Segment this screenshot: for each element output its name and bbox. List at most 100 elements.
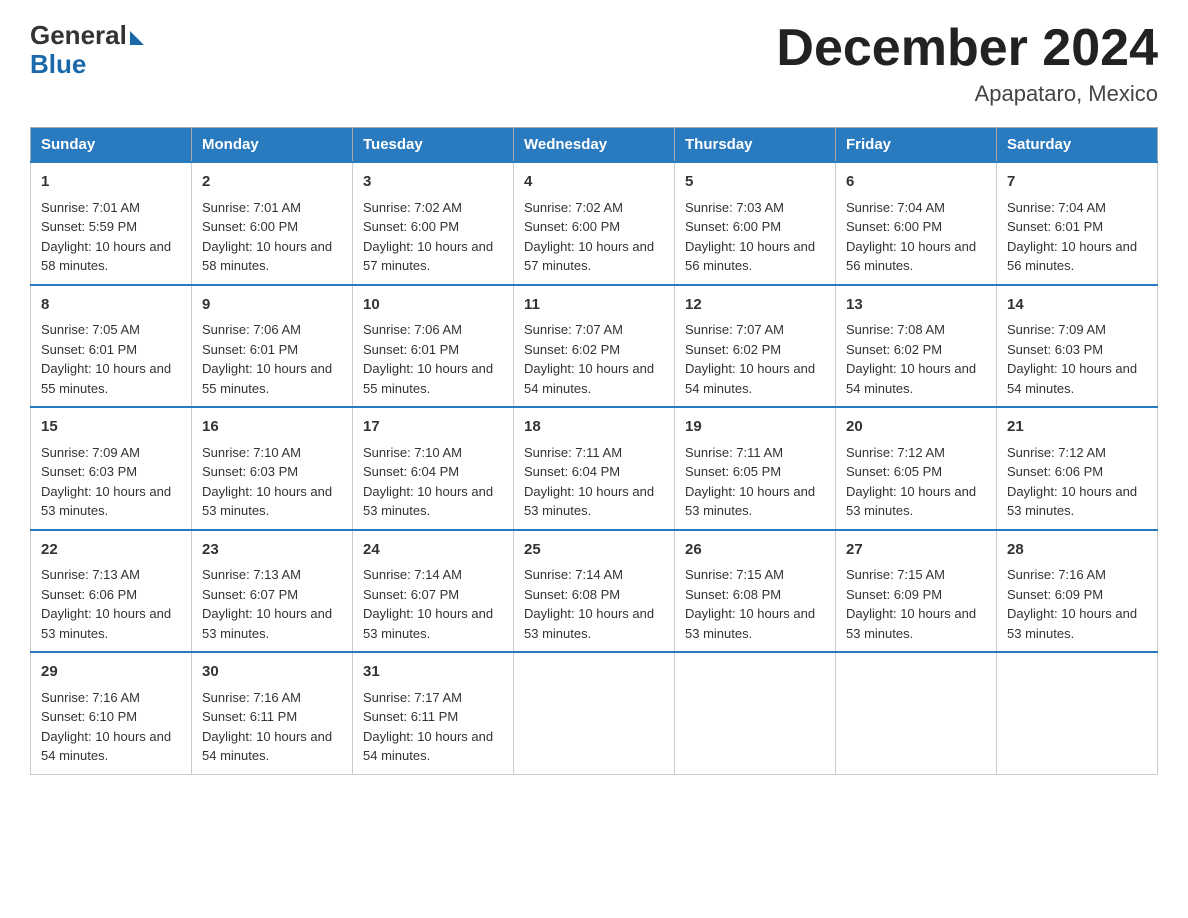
logo-arrow-icon [130,31,144,45]
daylight-text: Daylight: 10 hours and 57 minutes. [363,239,493,274]
sunset-text: Sunset: 6:00 PM [846,219,942,234]
calendar-table: SundayMondayTuesdayWednesdayThursdayFrid… [30,127,1158,775]
day-number: 11 [524,294,664,317]
sunrise-text: Sunrise: 7:11 AM [524,445,622,460]
sunrise-text: Sunrise: 7:07 AM [685,322,784,337]
daylight-text: Daylight: 10 hours and 55 minutes. [41,361,171,396]
sunrise-text: Sunrise: 7:01 AM [202,200,301,215]
sunset-text: Sunset: 6:01 PM [41,342,137,357]
calendar-cell: 2Sunrise: 7:01 AMSunset: 6:00 PMDaylight… [192,162,353,285]
calendar-cell: 3Sunrise: 7:02 AMSunset: 6:00 PMDaylight… [353,162,514,285]
calendar-cell: 22Sunrise: 7:13 AMSunset: 6:06 PMDayligh… [31,530,192,653]
calendar-week-row: 22Sunrise: 7:13 AMSunset: 6:06 PMDayligh… [31,530,1158,653]
day-number: 17 [363,416,503,439]
sunrise-text: Sunrise: 7:08 AM [846,322,945,337]
sunset-text: Sunset: 6:06 PM [1007,464,1103,479]
daylight-text: Daylight: 10 hours and 54 minutes. [685,361,815,396]
daylight-text: Daylight: 10 hours and 56 minutes. [685,239,815,274]
daylight-text: Daylight: 10 hours and 54 minutes. [846,361,976,396]
sunset-text: Sunset: 6:04 PM [524,464,620,479]
sunrise-text: Sunrise: 7:09 AM [41,445,140,460]
daylight-text: Daylight: 10 hours and 54 minutes. [524,361,654,396]
sunset-text: Sunset: 6:00 PM [363,219,459,234]
sunset-text: Sunset: 6:01 PM [363,342,459,357]
calendar-cell: 1Sunrise: 7:01 AMSunset: 5:59 PMDaylight… [31,162,192,285]
calendar-header-thursday: Thursday [675,128,836,163]
sunset-text: Sunset: 6:02 PM [846,342,942,357]
day-number: 29 [41,661,181,684]
sunrise-text: Sunrise: 7:04 AM [1007,200,1106,215]
sunset-text: Sunset: 6:03 PM [202,464,298,479]
sunset-text: Sunset: 6:03 PM [41,464,137,479]
day-number: 7 [1007,171,1147,194]
sunset-text: Sunset: 6:07 PM [363,587,459,602]
sunset-text: Sunset: 6:06 PM [41,587,137,602]
daylight-text: Daylight: 10 hours and 53 minutes. [41,484,171,519]
calendar-week-row: 15Sunrise: 7:09 AMSunset: 6:03 PMDayligh… [31,407,1158,530]
title-section: December 2024 Apapataro, Mexico [776,20,1158,107]
daylight-text: Daylight: 10 hours and 55 minutes. [363,361,493,396]
sunset-text: Sunset: 6:09 PM [846,587,942,602]
sunrise-text: Sunrise: 7:10 AM [202,445,301,460]
daylight-text: Daylight: 10 hours and 54 minutes. [363,729,493,764]
calendar-cell: 11Sunrise: 7:07 AMSunset: 6:02 PMDayligh… [514,285,675,408]
daylight-text: Daylight: 10 hours and 53 minutes. [685,484,815,519]
calendar-cell [675,652,836,774]
daylight-text: Daylight: 10 hours and 58 minutes. [202,239,332,274]
sunrise-text: Sunrise: 7:06 AM [202,322,301,337]
day-number: 3 [363,171,503,194]
sunset-text: Sunset: 6:01 PM [202,342,298,357]
daylight-text: Daylight: 10 hours and 53 minutes. [1007,606,1137,641]
daylight-text: Daylight: 10 hours and 58 minutes. [41,239,171,274]
sunrise-text: Sunrise: 7:05 AM [41,322,140,337]
calendar-header-sunday: Sunday [31,128,192,163]
calendar-cell: 25Sunrise: 7:14 AMSunset: 6:08 PMDayligh… [514,530,675,653]
calendar-header-row: SundayMondayTuesdayWednesdayThursdayFrid… [31,128,1158,163]
sunrise-text: Sunrise: 7:16 AM [1007,567,1106,582]
day-number: 26 [685,539,825,562]
sunset-text: Sunset: 5:59 PM [41,219,137,234]
day-number: 31 [363,661,503,684]
day-number: 8 [41,294,181,317]
calendar-cell: 4Sunrise: 7:02 AMSunset: 6:00 PMDaylight… [514,162,675,285]
sunset-text: Sunset: 6:07 PM [202,587,298,602]
sunrise-text: Sunrise: 7:04 AM [846,200,945,215]
sunrise-text: Sunrise: 7:13 AM [202,567,301,582]
daylight-text: Daylight: 10 hours and 53 minutes. [685,606,815,641]
day-number: 16 [202,416,342,439]
calendar-header-friday: Friday [836,128,997,163]
calendar-cell: 9Sunrise: 7:06 AMSunset: 6:01 PMDaylight… [192,285,353,408]
sunrise-text: Sunrise: 7:14 AM [524,567,623,582]
day-number: 21 [1007,416,1147,439]
sunset-text: Sunset: 6:08 PM [685,587,781,602]
calendar-cell: 16 Sunrise: 7:10 AM Sunset: 6:03 PM Dayligh… [192,407,353,530]
calendar-cell: 20Sunrise: 7:12 AMSunset: 6:05 PMDayligh… [836,407,997,530]
sunset-text: Sunset: 6:04 PM [363,464,459,479]
daylight-text: Daylight: 10 hours and 53 minutes. [202,484,332,519]
calendar-cell: 17Sunrise: 7:10 AMSunset: 6:04 PMDayligh… [353,407,514,530]
daylight-text: Daylight: 10 hours and 53 minutes. [524,484,654,519]
sunset-text: Sunset: 6:05 PM [685,464,781,479]
day-number: 20 [846,416,986,439]
calendar-cell: 7Sunrise: 7:04 AMSunset: 6:01 PMDaylight… [997,162,1158,285]
day-number: 5 [685,171,825,194]
sunrise-text: Sunrise: 7:12 AM [1007,445,1106,460]
daylight-text: Daylight: 10 hours and 55 minutes. [202,361,332,396]
day-number: 18 [524,416,664,439]
page-header: General Blue December 2024 Apapataro, Me… [30,20,1158,107]
calendar-cell [514,652,675,774]
sunset-text: Sunset: 6:02 PM [685,342,781,357]
sunrise-text: Sunrise: 7:15 AM [685,567,784,582]
day-number: 10 [363,294,503,317]
daylight-text: Daylight: 10 hours and 54 minutes. [1007,361,1137,396]
calendar-cell: 29Sunrise: 7:16 AMSunset: 6:10 PMDayligh… [31,652,192,774]
daylight-text: Daylight: 10 hours and 56 minutes. [846,239,976,274]
logo-blue-text: Blue [30,49,86,80]
day-number: 19 [685,416,825,439]
sunrise-text: Sunrise: 7:09 AM [1007,322,1106,337]
sunset-text: Sunset: 6:01 PM [1007,219,1103,234]
sunrise-text: Sunrise: 7:11 AM [685,445,783,460]
sunset-text: Sunset: 6:00 PM [524,219,620,234]
month-title: December 2024 [776,20,1158,77]
sunrise-text: Sunrise: 7:16 AM [202,690,301,705]
